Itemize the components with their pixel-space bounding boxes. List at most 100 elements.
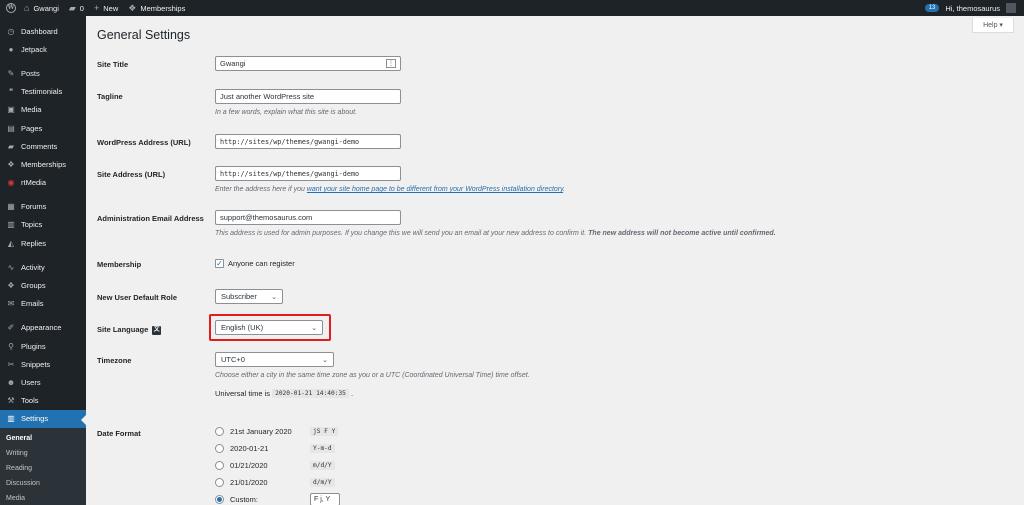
groups-icon: ❖	[7, 159, 15, 169]
page-title: General Settings	[97, 28, 191, 42]
forums-icon: ▦	[7, 202, 15, 212]
date-format-option[interactable]: 21st January 2020 jS F Y	[215, 423, 340, 440]
submenu-reading[interactable]: Reading	[0, 461, 86, 476]
plus-icon: +	[93, 2, 100, 13]
settings-submenu: General Writing Reading Discussion Media	[0, 427, 86, 505]
membership-label: Membership	[97, 260, 142, 269]
sidebar-item-topics[interactable]: ▥ Topics	[0, 216, 86, 234]
memberships-link[interactable]: ❖ Memberships	[123, 0, 190, 16]
wordpress-address-label: WordPress Address (URL)	[97, 138, 191, 147]
tagline-description: In a few words, explain what this site i…	[215, 109, 358, 116]
site-name-link[interactable]: ⌂ Gwangi	[19, 0, 64, 16]
sidebar-item-rtmedia[interactable]: ◉ rtMedia	[0, 174, 86, 192]
custom-date-format-input[interactable]: F j, Y	[310, 493, 340, 505]
comment-icon: ▰	[68, 2, 76, 13]
default-role-label: New User Default Role	[97, 293, 178, 302]
sidebar-item-tools[interactable]: ⚒ Tools	[0, 392, 86, 410]
anyone-can-register-checkbox[interactable]: ✓	[215, 259, 224, 268]
submenu-media[interactable]: Media	[0, 491, 86, 505]
dashboard-icon: ◷	[7, 26, 15, 36]
submenu-discussion[interactable]: Discussion	[0, 476, 86, 491]
notifications-badge[interactable]: 13	[924, 4, 940, 12]
timezone-description: Choose either a city in the same time zo…	[215, 372, 530, 379]
sidebar-item-dashboard[interactable]: ◷ Dashboard	[0, 22, 86, 40]
topics-icon: ▥	[7, 220, 15, 230]
account-greeting[interactable]: Hi, themosaurus	[945, 4, 1000, 13]
comment-icon: ▰	[7, 141, 15, 151]
sidebar-item-appearance[interactable]: ✐ Appearance	[0, 319, 86, 337]
wrench-icon: ⚒	[7, 396, 15, 406]
sidebar-item-posts[interactable]: ✎ Posts	[0, 64, 86, 82]
site-language-select[interactable]: English (UK) ⌄	[215, 320, 323, 335]
admin-email-label: Administration Email Address	[97, 214, 204, 223]
rtmedia-icon: ◉	[7, 178, 15, 188]
activity-icon: ∿	[7, 262, 15, 272]
sidebar-item-activity[interactable]: ∿ Activity	[0, 258, 86, 276]
email-icon: ✉	[7, 299, 15, 309]
site-address-help-link[interactable]: want your site home page to be different…	[307, 186, 563, 193]
sidebar-item-groups[interactable]: ❖ Groups	[0, 276, 86, 294]
site-address-input[interactable]: http://sites/wp/themes/gwangi-demo	[215, 166, 401, 181]
date-format-option[interactable]: 21/01/2020 d/m/Y	[215, 474, 340, 491]
timezone-label: Timezone	[97, 356, 132, 365]
help-button[interactable]: Help ▾	[972, 18, 1014, 33]
autofill-key-icon: ⋮	[386, 59, 396, 68]
sidebar-item-media[interactable]: ▣ Media	[0, 101, 86, 119]
submenu-writing[interactable]: Writing	[0, 446, 86, 461]
home-icon: ⌂	[24, 2, 30, 13]
jetpack-icon: ●	[8, 44, 14, 54]
sidebar-item-emails[interactable]: ✉ Emails	[0, 295, 86, 313]
default-role-select[interactable]: Subscriber ⌄	[215, 289, 283, 304]
snippet-icon: ✂	[7, 359, 15, 369]
chevron-down-icon: ⌄	[311, 324, 317, 332]
sidebar-item-memberships[interactable]: ❖ Memberships	[0, 155, 86, 173]
pin-icon: ✎	[7, 68, 15, 78]
sidebar-item-plugins[interactable]: ⚲ Plugins	[0, 337, 86, 355]
admin-email-description: This address is used for admin purposes.…	[215, 230, 776, 237]
sidebar-item-snippets[interactable]: ✂ Snippets	[0, 355, 86, 373]
date-format-radio[interactable]	[215, 461, 224, 470]
admin-bar: W ⌂ Gwangi ▰ 0 + New ❖ Memberships 13 Hi, th…	[0, 0, 1024, 16]
sidebar-item-users[interactable]: ☻ Users	[0, 373, 86, 391]
page-icon: ▤	[7, 123, 15, 133]
admin-email-input[interactable]: support@themosaurus.com	[215, 210, 401, 225]
settings-icon: ▥	[7, 414, 15, 424]
chevron-down-icon: ⌄	[322, 356, 328, 364]
site-title-label: Site Title	[97, 60, 129, 69]
site-address-label: Site Address (URL)	[97, 170, 166, 179]
groups-icon: ❖	[7, 281, 15, 291]
sidebar-item-pages[interactable]: ▤ Pages	[0, 119, 86, 137]
tagline-label: Tagline	[97, 92, 123, 101]
date-format-radio[interactable]	[215, 478, 224, 487]
media-icon: ▣	[7, 105, 15, 115]
sidebar-item-testimonials[interactable]: ❝ Testimonials	[0, 83, 86, 101]
date-format-label: Date Format	[97, 429, 141, 438]
sidebar-item-settings[interactable]: ▥ Settings	[0, 409, 86, 428]
main-content: Help ▾ General Settings Site Title Gwang…	[86, 16, 1024, 505]
date-format-custom-radio[interactable]	[215, 495, 224, 504]
timezone-select[interactable]: UTC+0 ⌄	[215, 352, 334, 367]
date-format-custom-option[interactable]: Custom: F j, Y	[215, 491, 340, 505]
site-address-description: Enter the address here if you want your …	[215, 186, 566, 193]
comments-link[interactable]: ▰ 0	[64, 0, 89, 16]
site-title-input[interactable]: Gwangi ⋮	[215, 56, 401, 71]
sidebar-item-replies[interactable]: ◭ Replies	[0, 234, 86, 252]
admin-sidebar: ◷ Dashboard ● Jetpack ✎ Posts ❝ Testimonials…	[0, 16, 86, 505]
sidebar-item-jetpack[interactable]: ● Jetpack	[0, 40, 86, 58]
translation-icon: 文	[152, 325, 162, 335]
groups-icon: ❖	[128, 2, 137, 13]
wordpress-logo-icon[interactable]: W	[3, 0, 19, 16]
date-format-radio[interactable]	[215, 444, 224, 453]
avatar[interactable]	[1006, 3, 1016, 13]
date-format-option[interactable]: 01/21/2020 m/d/Y	[215, 457, 340, 474]
sidebar-item-forums[interactable]: ▦ Forums	[0, 198, 86, 216]
wordpress-address-input[interactable]: http://sites/wp/themes/gwangi-demo	[215, 134, 401, 149]
universal-time: Universal time is 2020-01-21 14:40:35 .	[215, 389, 354, 398]
date-format-radio[interactable]	[215, 427, 224, 436]
new-content-link[interactable]: + New	[89, 0, 123, 16]
sidebar-item-comments[interactable]: ▰ Comments	[0, 137, 86, 155]
tagline-input[interactable]: Just another WordPress site	[215, 89, 401, 104]
date-format-option[interactable]: 2020-01-21 Y-m-d	[215, 440, 340, 457]
submenu-general[interactable]: General	[0, 431, 86, 446]
universal-time-value: 2020-01-21 14:40:35	[272, 389, 349, 398]
